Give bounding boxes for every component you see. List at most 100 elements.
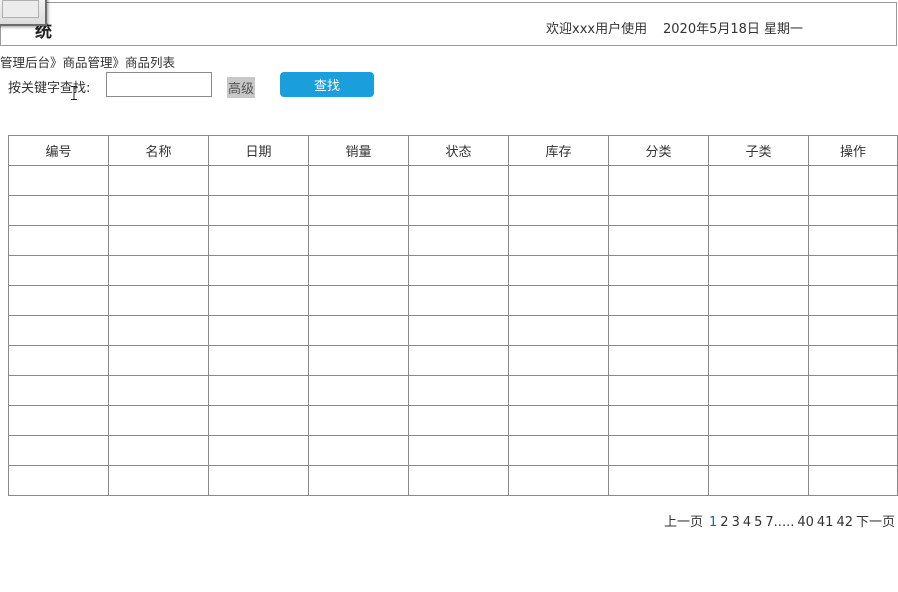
table-cell — [308, 435, 409, 466]
table-cell — [308, 225, 409, 256]
page-link[interactable]: 2 — [720, 515, 728, 530]
table-cell — [408, 345, 509, 376]
table-cell — [508, 465, 609, 496]
column-header: 状态 — [408, 135, 509, 166]
table-cell — [808, 465, 898, 496]
table-cell — [208, 255, 309, 286]
column-header: 分类 — [608, 135, 709, 166]
table-cell — [808, 255, 898, 286]
table-cell — [208, 285, 309, 316]
table-cell — [608, 195, 709, 226]
product-table: 编号 名称 日期 销量 状态 库存 分类 子类 操作 — [8, 135, 898, 496]
table-cell — [208, 405, 309, 436]
search-label: 按关键字查找: — [8, 81, 91, 96]
table-cell — [608, 255, 709, 286]
column-header: 库存 — [508, 135, 609, 166]
prev-page-link[interactable]: 上一页 — [664, 515, 703, 530]
table-cell — [8, 285, 109, 316]
table-cell — [708, 375, 809, 406]
table-cell — [108, 285, 209, 316]
table-cell — [108, 405, 209, 436]
table-cell — [108, 315, 209, 346]
page-link[interactable]: 1 — [709, 515, 717, 530]
table-row — [8, 375, 898, 406]
table-cell — [408, 315, 509, 346]
table-cell — [608, 285, 709, 316]
table-cell — [308, 405, 409, 436]
table-cell — [808, 315, 898, 346]
table-cell — [608, 225, 709, 256]
column-header: 子类 — [708, 135, 809, 166]
column-header: 编号 — [8, 135, 109, 166]
table-row — [8, 465, 898, 496]
table-row — [8, 285, 898, 316]
table-cell — [808, 225, 898, 256]
table-cell — [408, 465, 509, 496]
table-cell — [608, 405, 709, 436]
page-link[interactable]: 4 — [743, 515, 751, 530]
table-cell — [608, 315, 709, 346]
breadcrumb: 管理后台》商品管理》商品列表 — [0, 55, 176, 70]
table-cell — [308, 285, 409, 316]
table-row — [8, 435, 898, 466]
overlapping-window-icon[interactable] — [0, 0, 47, 26]
pagination: 上一页 1 2 3 4 5 7..... 40 41 42 下一页 — [661, 511, 895, 530]
search-input[interactable] — [106, 72, 212, 97]
table-cell — [508, 435, 609, 466]
column-header: 销量 — [308, 135, 409, 166]
table-cell — [8, 315, 109, 346]
table-cell — [608, 375, 709, 406]
table-cell — [8, 465, 109, 496]
table-cell — [808, 195, 898, 226]
page-link[interactable]: 42 — [836, 515, 853, 530]
table-cell — [108, 345, 209, 376]
table-cell — [208, 225, 309, 256]
table-cell — [8, 195, 109, 226]
advanced-search-link[interactable]: 高级 — [227, 77, 256, 98]
table-cell — [508, 225, 609, 256]
table-row — [8, 315, 898, 346]
table-cell — [508, 375, 609, 406]
table-cell — [108, 375, 209, 406]
page-link[interactable]: 7..... — [765, 515, 794, 530]
page-link[interactable]: 3 — [732, 515, 740, 530]
table-cell — [408, 405, 509, 436]
table-cell — [308, 375, 409, 406]
table-cell — [308, 195, 409, 226]
table-cell — [708, 165, 809, 196]
welcome-message: 欢迎xxx用户使用 — [546, 22, 648, 37]
table-cell — [708, 225, 809, 256]
table-cell — [108, 165, 209, 196]
table-cell — [808, 285, 898, 316]
table-row — [8, 225, 898, 256]
table-cell — [708, 315, 809, 346]
page-link[interactable]: 5 — [754, 515, 762, 530]
table-cell — [208, 375, 309, 406]
page-link[interactable]: 41 — [817, 515, 834, 530]
table-cell — [508, 315, 609, 346]
window-frame — [2, 0, 39, 18]
table-cell — [508, 165, 609, 196]
table-cell — [408, 165, 509, 196]
table-cell — [8, 435, 109, 466]
page-link[interactable]: 40 — [797, 515, 814, 530]
table-cell — [108, 465, 209, 496]
table-cell — [708, 405, 809, 436]
search-button[interactable]: 查找 — [280, 72, 374, 97]
table-cell — [608, 345, 709, 376]
table-cell — [508, 285, 609, 316]
table-cell — [408, 225, 509, 256]
table-cell — [308, 315, 409, 346]
table-cell — [8, 225, 109, 256]
table-cell — [508, 345, 609, 376]
table-cell — [308, 165, 409, 196]
table-cell — [8, 345, 109, 376]
table-cell — [708, 255, 809, 286]
table-header-row: 编号 名称 日期 销量 状态 库存 分类 子类 操作 — [8, 135, 898, 166]
next-page-link[interactable]: 下一页 — [856, 515, 895, 530]
table-cell — [508, 405, 609, 436]
table-cell — [708, 285, 809, 316]
table-cell — [8, 165, 109, 196]
text-cursor-icon — [71, 86, 77, 100]
table-cell — [808, 405, 898, 436]
